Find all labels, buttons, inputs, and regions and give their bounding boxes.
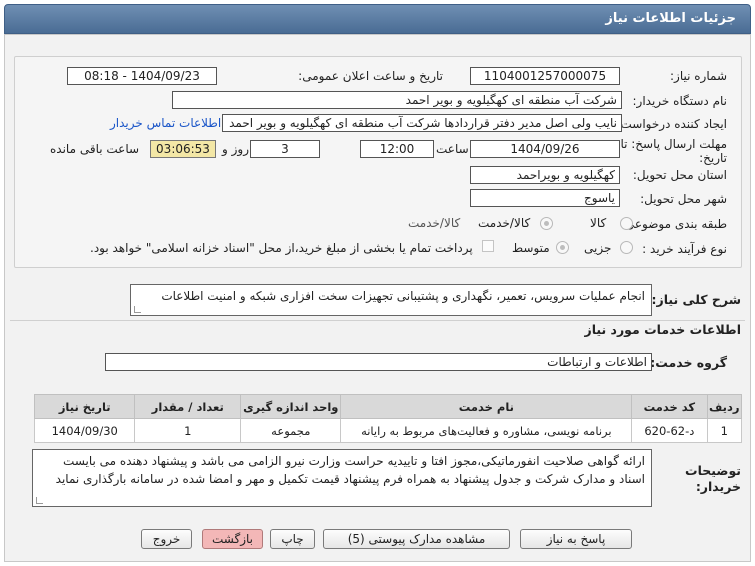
deadline-time-label: ساعت <box>436 142 469 156</box>
buyer-org-label: نام دستگاه خریدار: <box>632 94 728 108</box>
category-goods-service-label: کالا/خدمت <box>478 216 531 230</box>
cell-service-name: برنامه نویسی، مشاوره و فعالیت‌های مربوط … <box>340 418 633 443</box>
cell-need-date: 1404/09/30 <box>33 418 136 443</box>
buyer-contact-link[interactable]: اطلاعات تماس خریدار <box>110 116 221 130</box>
summary-textarea: انجام عملیات سرویس، تعمیر، نگهداری و پشت… <box>130 284 652 316</box>
buyer-org-field: شرکت آب منطقه ای کهگیلویه و بویر احمد <box>172 91 622 109</box>
col-header-service-name: نام خدمت <box>340 394 633 419</box>
cell-row-num: 1 <box>706 418 742 443</box>
buyer-notes-text: ارائه گواهی صلاحیت انفورماتیکی،مجوز افتا… <box>55 454 645 486</box>
process-minor-label: جزیی <box>584 241 612 255</box>
col-header-service-code: کد خدمت <box>631 394 708 419</box>
days-label: روز و <box>222 142 249 156</box>
title-bar: جزئیات اطلاعات نیاز <box>4 4 751 34</box>
remaining-label: ساعت باقی مانده <box>50 142 140 156</box>
city-field: یاسوج <box>470 189 620 207</box>
need-number-label: شماره نیاز: <box>670 69 727 83</box>
col-header-row-num: ردیف <box>706 394 742 419</box>
need-number-field: 1104001257000075 <box>470 67 620 85</box>
remaining-timer: 03:06:53 <box>150 140 216 158</box>
city-label: شهر محل تحویل: <box>640 192 727 206</box>
table-row: 1 د-62-620 برنامه نویسی، مشاوره و فعالیت… <box>33 418 742 443</box>
services-heading: اطلاعات خدمات مورد نیاز <box>584 322 742 337</box>
attachments-button[interactable]: مشاهده مدارک پیوستی (5) <box>323 529 510 549</box>
resize-grip-icon[interactable] <box>134 306 141 313</box>
buyer-notes-textarea: ارائه گواهی صلاحیت انفورماتیکی،مجوز افتا… <box>32 449 652 507</box>
treasury-payment-checkbox[interactable] <box>482 240 494 252</box>
process-medium-label: متوسط <box>512 241 550 255</box>
col-header-unit: واحد اندازه گیری <box>240 394 342 419</box>
divider <box>10 320 745 321</box>
need-info-box <box>14 56 742 268</box>
cell-service-code: د-62-620 <box>631 418 708 443</box>
category-goods-radio[interactable] <box>620 217 633 230</box>
table-header-row: ردیف کد خدمت نام خدمت واحد اندازه گیری ت… <box>33 394 742 419</box>
days-remaining-field: 3 <box>250 140 320 158</box>
summary-text: انجام عملیات سرویس، تعمیر، نگهداری و پشت… <box>161 289 645 303</box>
deadline-label: مهلت ارسال پاسخ: تا <box>620 137 727 151</box>
col-header-quantity: تعداد / مقدار <box>134 394 242 419</box>
buyer-notes-label: توضیحات <box>685 463 741 478</box>
category-goods-service-radio[interactable] <box>540 217 553 230</box>
services-table: ردیف کد خدمت نام خدمت واحد اندازه گیری ت… <box>33 394 742 443</box>
respond-button[interactable]: پاسخ به نیاز <box>520 529 632 549</box>
service-group-label: گروه خدمت: <box>650 355 727 370</box>
announce-datetime-field: 1404/09/23 - 08:18 <box>67 67 217 85</box>
category-goods-label: کالا <box>590 216 607 230</box>
resize-grip-icon[interactable] <box>36 497 43 504</box>
cell-quantity: 1 <box>134 418 242 443</box>
requester-label: ایجاد کننده درخواست: <box>616 117 727 131</box>
print-button[interactable]: چاپ <box>270 529 315 549</box>
service-group-field: اطلاعات و ارتباطات <box>105 353 652 371</box>
buyer-notes-label-line2: خریدار: <box>695 479 741 494</box>
exit-button[interactable]: خروج <box>141 529 192 549</box>
treasury-payment-note: پرداخت تمام یا بخشی از مبلغ خرید،از محل … <box>90 241 473 255</box>
process-minor-radio[interactable] <box>620 241 633 254</box>
deadline-time-field: 12:00 <box>360 140 434 158</box>
announce-datetime-label: تاریخ و ساعت اعلان عمومی: <box>298 69 443 83</box>
back-button[interactable]: بازگشت <box>202 529 263 549</box>
deadline-label-date: تاریخ: <box>699 151 727 165</box>
category-label: طبقه بندی موضوعی: <box>620 217 727 231</box>
deadline-date-field: 1404/09/26 <box>470 140 620 158</box>
category-service-label: کالا/خدمت <box>408 216 461 230</box>
process-medium-radio[interactable] <box>556 241 569 254</box>
requester-field: نایب ولی اصل مدیر دفتر قراردادها شرکت آب… <box>222 114 622 132</box>
cell-unit: مجموعه <box>240 418 342 443</box>
province-label: استان محل تحویل: <box>632 168 727 182</box>
process-type-label: نوع فرآیند خرید : <box>642 242 727 256</box>
province-field: کهگیلویه و بویراحمد <box>470 166 620 184</box>
page-title: جزئیات اطلاعات نیاز <box>605 11 736 26</box>
col-header-need-date: تاریخ نیاز <box>33 394 136 419</box>
summary-label: شرح کلی نیاز: <box>651 292 741 307</box>
